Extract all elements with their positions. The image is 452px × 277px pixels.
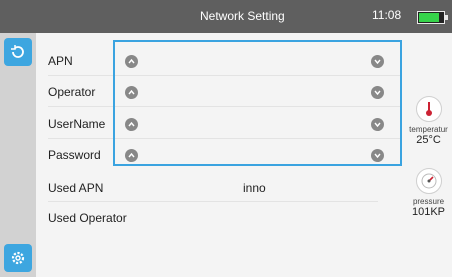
status-bar: Network Setting 11:08 — [0, 0, 452, 33]
temperature-value: 25°C — [416, 134, 441, 146]
temperature-label: temperatur — [409, 125, 448, 134]
used-apn-label: Used APN — [48, 181, 104, 195]
password-label: Password — [48, 148, 101, 162]
apn-label: APN — [48, 54, 73, 68]
sidebar — [0, 33, 36, 277]
pressure-value: 101KP — [411, 206, 446, 218]
page-title: Network Setting — [200, 9, 285, 23]
selection-highlight — [113, 40, 402, 166]
pressure-label: pressure — [412, 197, 445, 206]
used-apn-value: inno — [243, 181, 266, 195]
temperature-widget: temperatur 25°C — [405, 96, 452, 146]
refresh-icon — [11, 45, 24, 58]
settings-button[interactable] — [4, 244, 32, 272]
divider — [48, 201, 378, 202]
battery-nub — [445, 15, 448, 20]
battery-level — [419, 13, 439, 22]
thermometer-icon — [415, 96, 442, 122]
refresh-button[interactable] — [4, 38, 32, 66]
gear-icon — [11, 251, 25, 265]
battery-icon — [417, 11, 448, 24]
operator-label: Operator — [48, 85, 96, 99]
clock: 11:08 — [372, 8, 402, 22]
used-operator-label: Used Operator — [48, 211, 127, 225]
username-label: UserName — [48, 117, 106, 131]
gauge-icon — [415, 168, 442, 194]
pressure-widget: pressure 101KP — [405, 168, 452, 218]
